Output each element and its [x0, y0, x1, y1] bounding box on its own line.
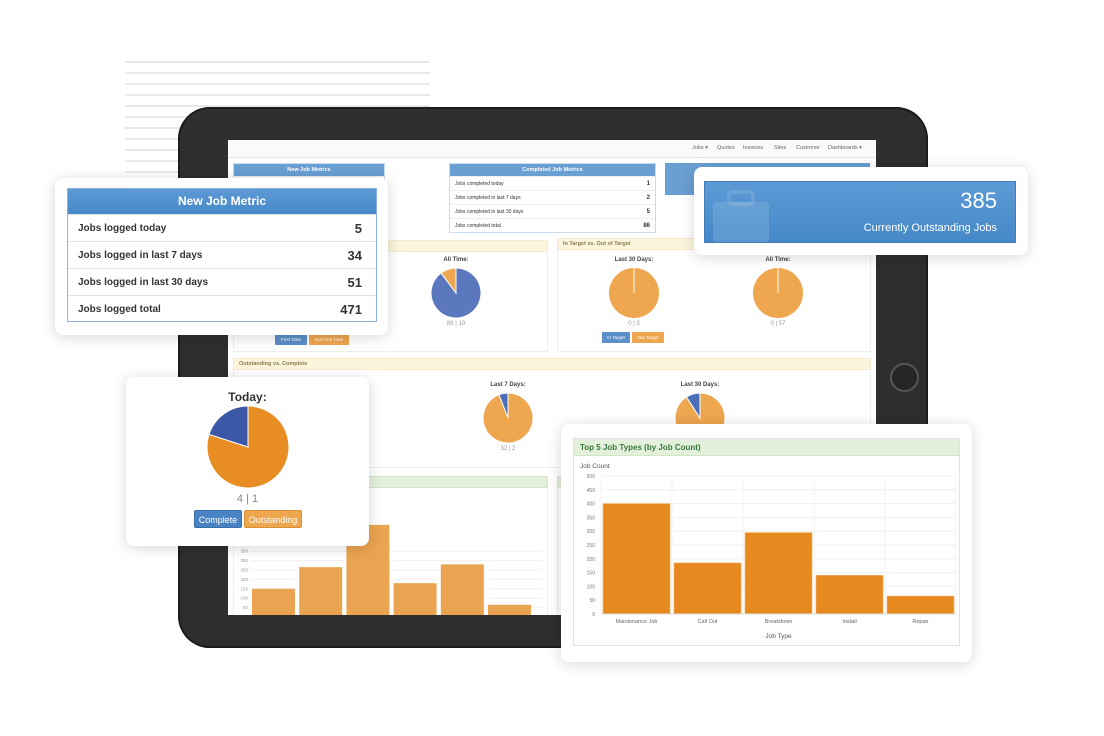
bar — [252, 588, 295, 615]
bar[interactable] — [744, 532, 813, 615]
y-tick-label: 500 — [587, 474, 596, 480]
metric-row: Jobs completed today 1 — [450, 176, 655, 190]
top-job-types-card: Top 5 Job Types (by Job Count) Job Count… — [561, 424, 972, 662]
x-tick-label: Call Out — [698, 619, 718, 625]
outstanding-legend-button[interactable]: Outstanding — [244, 510, 302, 528]
metric-row: Jobs logged today 5 — [68, 214, 376, 241]
last7-pie — [482, 392, 534, 444]
y-tick-label: 300 — [240, 558, 248, 563]
y-tick-label: 350 — [587, 515, 596, 521]
y-tick-label: 350 — [240, 549, 248, 554]
today-card: Today: 4 | 1 Complete Outstanding — [126, 377, 369, 546]
bar — [488, 604, 531, 615]
in-target-legend-button[interactable]: In Target — [602, 332, 630, 343]
today-counts: 4 | 1 — [236, 493, 259, 505]
y-tick-label: 200 — [240, 577, 248, 582]
y-tick-label: 100 — [587, 584, 596, 590]
nav-customer[interactable]: Customer — [796, 145, 820, 151]
home-button — [890, 363, 919, 392]
nav-dashboards[interactable]: Dashboards ▾ — [828, 145, 862, 151]
y-tick-label: 50 — [243, 605, 249, 610]
y-tick-label: 0 — [592, 612, 595, 618]
job-types-bar-chart: Job Count 0 50 100 150 200 250 300 350 400 450 500 M… — [580, 463, 957, 640]
panel-title: Completed Job Metrics — [450, 164, 655, 176]
pie-label: All Time: — [765, 257, 791, 263]
pie-label: Last 7 Days: — [490, 382, 526, 388]
y-tick-label: 150 — [240, 586, 248, 591]
y-tick-label: 250 — [240, 568, 248, 573]
outstanding-count: 385 — [960, 188, 997, 213]
briefcase-icon — [713, 190, 769, 242]
card-title: New Job Metric — [68, 189, 376, 214]
metric-row: Jobs logged in last 7 days 34 — [68, 241, 376, 268]
bar — [440, 564, 484, 615]
nav-quotes[interactable]: Quotes — [717, 145, 735, 151]
today-pie — [206, 405, 290, 489]
out-target-legend-button[interactable]: Out Target — [632, 332, 664, 343]
outstanding-jobs-panel: 385 Currently Outstanding Jobs — [704, 181, 1016, 243]
chart-title: Top 5 Job Types (by Job Count) — [574, 439, 959, 456]
x-tick-label: Install — [842, 619, 856, 625]
not-first-time-legend-button[interactable]: Not First Time — [309, 334, 349, 345]
top-nav: Jobs ▾ Quotes Invoices Sites Customer Da… — [228, 140, 876, 158]
first-time-pie — [430, 267, 482, 319]
pie-label: Last 30 Days: — [680, 382, 720, 388]
panel-title: New Job Metrics — [234, 164, 384, 176]
pie-counts: 88 | 10 — [446, 321, 466, 327]
pie-counts: 32 | 2 — [500, 446, 516, 452]
outstanding-label: Currently Outstanding Jobs — [863, 222, 997, 234]
metric-row: Jobs completed in last 7 days 2 — [450, 190, 655, 204]
in-target-last30-pie — [609, 268, 659, 318]
bar — [299, 567, 343, 615]
complete-legend-button[interactable]: Complete — [194, 510, 242, 528]
nav-invoices[interactable]: Invoices — [743, 145, 763, 151]
metric-row: Jobs completed in last 30 days 5 — [450, 204, 655, 218]
pie-label: All Time: — [443, 257, 469, 263]
metric-row: Jobs logged total 471 — [68, 295, 376, 322]
bar[interactable] — [602, 503, 671, 615]
outstanding-jobs-card: 385 Currently Outstanding Jobs — [694, 167, 1028, 255]
y-axis-label: Job Count — [580, 463, 610, 470]
x-axis-label: Job Type — [765, 633, 792, 640]
y-tick-label: 300 — [587, 529, 596, 535]
new-job-metric-panel: New Job Metric Jobs logged today 5 Jobs l… — [67, 188, 377, 322]
y-tick-label: 100 — [240, 596, 248, 601]
new-job-metric-card: New Job Metric Jobs logged today 5 Jobs l… — [55, 178, 388, 335]
in-target-alltime-pie — [753, 268, 803, 318]
chart-panel: Top 5 Job Types (by Job Count) Job Count… — [573, 438, 960, 646]
metric-row: Jobs logged in last 30 days 51 — [68, 268, 376, 295]
bar — [393, 583, 437, 615]
pie-label: Last 30 Days: — [614, 257, 654, 263]
nav-jobs[interactable]: Jobs ▾ — [692, 145, 708, 151]
today-title: Today: — [228, 390, 267, 404]
y-tick-label: 50 — [589, 598, 595, 604]
completed-job-metrics-panel: Completed Job Metrics Jobs completed tod… — [449, 163, 656, 233]
y-tick-label: 150 — [587, 571, 596, 577]
y-tick-label: 200 — [587, 557, 596, 563]
outstanding-vs-complete-header: Outstanding vs. Complete — [233, 358, 871, 370]
nav-sites[interactable]: Sites — [774, 145, 786, 151]
first-time-legend-button[interactable]: First Time — [275, 334, 307, 345]
x-tick-label: Breakdown — [765, 619, 793, 625]
pie-counts: 0 | 57 — [770, 321, 786, 327]
y-tick-label: 450 — [587, 488, 596, 494]
y-tick-label: 400 — [587, 502, 596, 508]
metric-row: Jobs completed total 86 — [450, 218, 655, 232]
x-tick-label: Maintenance Job — [616, 619, 658, 625]
x-tick-label: Repair — [912, 619, 928, 625]
pie-counts: 0 | 3 — [628, 321, 640, 327]
bar[interactable] — [815, 575, 884, 615]
y-tick-label: 250 — [587, 543, 596, 549]
bar[interactable] — [886, 595, 955, 615]
bar[interactable] — [673, 562, 742, 615]
